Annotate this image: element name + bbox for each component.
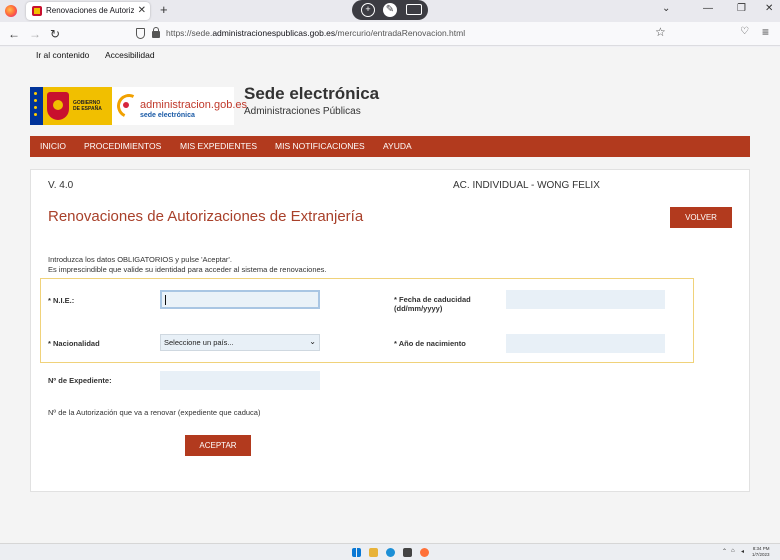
- birth-year-input[interactable]: [506, 334, 665, 353]
- screenshot-toolbar: + ✎: [352, 0, 428, 20]
- file-number-label: Nº de Expediente:: [48, 376, 112, 385]
- chevron-down-icon[interactable]: ⌄: [662, 3, 670, 14]
- text-caret: [165, 295, 166, 305]
- expiry-date-label: * Fecha de caducidad (dd/mm/yyyy): [394, 295, 471, 313]
- network-icon[interactable]: ⌂: [731, 548, 735, 554]
- gobierno-espana-logo[interactable]: GOBIERNO DE ESPAÑA: [30, 87, 112, 125]
- browser-nav-bar: ← → ↻ https://sede.administracionespubli…: [0, 22, 780, 46]
- pen-icon[interactable]: ✎: [383, 3, 397, 17]
- aceptar-button[interactable]: ACEPTAR: [185, 435, 251, 456]
- accessibility-link[interactable]: Accesibilidad: [105, 50, 155, 60]
- skip-to-content-link[interactable]: Ir al contenido: [36, 50, 89, 60]
- renewal-form-card: V. 4.0 AC. INDIVIDUAL - WONG FELIX Renov…: [30, 169, 750, 492]
- system-clock[interactable]: 8:34 PM 1/7/2023: [752, 546, 770, 558]
- minimize-icon[interactable]: —: [703, 3, 713, 14]
- nationality-label: * Nacionalidad: [48, 339, 100, 348]
- browser-tab-strip: Renovaciones de Autorizaciones ✕ + + ✎ ⌄…: [0, 0, 780, 22]
- address-bar[interactable]: https://sede.administracionespublicas.go…: [166, 28, 465, 38]
- admin-logo-mark-icon: [117, 94, 139, 116]
- volume-icon[interactable]: ◂: [741, 548, 744, 555]
- clock-date: 1/7/2023: [752, 552, 770, 557]
- close-tab-icon[interactable]: ✕: [138, 4, 146, 18]
- expiry-date-input[interactable]: [506, 290, 665, 309]
- windows-start-icon[interactable]: [352, 548, 361, 557]
- close-window-icon[interactable]: ✕: [765, 3, 773, 14]
- firefox-icon[interactable]: [5, 5, 17, 17]
- version-label: V. 4.0: [48, 180, 74, 191]
- taskbar: ⌃ ⌂ ◂ 8:34 PM 1/7/2023: [0, 543, 780, 560]
- nationality-select[interactable]: Seleccione un país... ⌄: [160, 334, 320, 351]
- site-subtitle: Administraciones Públicas: [244, 106, 361, 117]
- page-title: Renovaciones de Autorizaciones de Extran…: [48, 208, 364, 225]
- admin-logo-sub: sede electrónica: [140, 112, 195, 119]
- url-prefix: https://sede.: [166, 28, 213, 38]
- file-explorer-icon[interactable]: [369, 548, 378, 557]
- instructions-line-1: Introduzca los datos OBLIGATORIOS y puls…: [48, 255, 232, 264]
- browser-tab[interactable]: Renovaciones de Autorizaciones ✕: [26, 2, 150, 20]
- gob-logo-text: GOBIERNO DE ESPAÑA: [73, 100, 111, 112]
- administracion-gob-logo[interactable]: administracion.gob.es sede electrónica: [112, 87, 247, 125]
- restore-icon[interactable]: ❐: [737, 3, 746, 14]
- firefox-taskbar-icon[interactable]: [420, 548, 429, 557]
- volver-button[interactable]: VOLVER: [670, 207, 732, 228]
- form-instructions: Introduzca los datos OBLIGATORIOS y puls…: [48, 255, 327, 275]
- nationality-selected: Seleccione un país...: [164, 338, 234, 347]
- gob-logo-line2: DE ESPAÑA: [73, 106, 102, 112]
- pocket-icon[interactable]: ♡: [740, 26, 749, 37]
- site-favicon-icon: [32, 6, 42, 16]
- edge-icon[interactable]: [386, 548, 395, 557]
- admin-logo-name: administracion.gob.es: [140, 99, 248, 111]
- nav-ayuda[interactable]: AYUDA: [383, 141, 412, 151]
- url-path: /mercurio/entradaRenovacion.html: [335, 28, 466, 38]
- store-icon[interactable]: [403, 548, 412, 557]
- eu-flag-icon: [30, 87, 43, 125]
- main-nav: INICIO PROCEDIMIENTOS MIS EXPEDIENTES MI…: [30, 136, 750, 157]
- chevron-down-icon: ⌄: [309, 337, 316, 346]
- nie-input[interactable]: [160, 290, 320, 309]
- file-number-input[interactable]: [160, 371, 320, 390]
- chevron-up-icon[interactable]: ⌃: [722, 548, 727, 555]
- hamburger-menu-icon[interactable]: ≡: [762, 25, 769, 39]
- keyboard-icon[interactable]: [406, 4, 422, 15]
- coat-of-arms-icon: [47, 92, 69, 120]
- user-info: AC. INDIVIDUAL - WONG FELIX: [453, 180, 600, 191]
- nav-mis-expedientes[interactable]: MIS EXPEDIENTES: [180, 141, 257, 151]
- zoom-icon[interactable]: +: [361, 3, 375, 17]
- url-domain: administracionespublicas.gob.es: [212, 28, 336, 38]
- nav-inicio[interactable]: INICIO: [40, 141, 66, 151]
- new-tab-icon[interactable]: +: [160, 2, 168, 18]
- forward-arrow-icon[interactable]: →: [29, 26, 41, 42]
- expiry-date-label-line2: (dd/mm/yyyy): [394, 304, 443, 313]
- nav-procedimientos[interactable]: PROCEDIMIENTOS: [84, 141, 161, 151]
- instructions-line-2: Es imprescindible que valide su identida…: [48, 265, 327, 274]
- tab-title: Renovaciones de Autorizaciones: [46, 6, 134, 15]
- tracking-shield-icon[interactable]: [136, 28, 145, 39]
- file-number-note: Nº de la Autorización que va a renovar (…: [48, 408, 261, 417]
- nie-label: * N.I.E.:: [48, 296, 75, 305]
- bookmark-star-icon[interactable]: ☆: [655, 25, 666, 39]
- nav-mis-notificaciones[interactable]: MIS NOTIFICACIONES: [275, 141, 365, 151]
- birth-year-label: * Año de nacimiento: [394, 339, 466, 348]
- reload-icon[interactable]: ↻: [50, 26, 60, 42]
- site-title: Sede electrónica: [244, 84, 380, 103]
- web-page: Ir al contenido Accesibilidad GOBIERNO D…: [0, 47, 780, 543]
- expiry-date-label-line1: * Fecha de caducidad: [394, 295, 471, 304]
- lock-icon[interactable]: [152, 27, 160, 38]
- back-arrow-icon[interactable]: ←: [8, 26, 20, 42]
